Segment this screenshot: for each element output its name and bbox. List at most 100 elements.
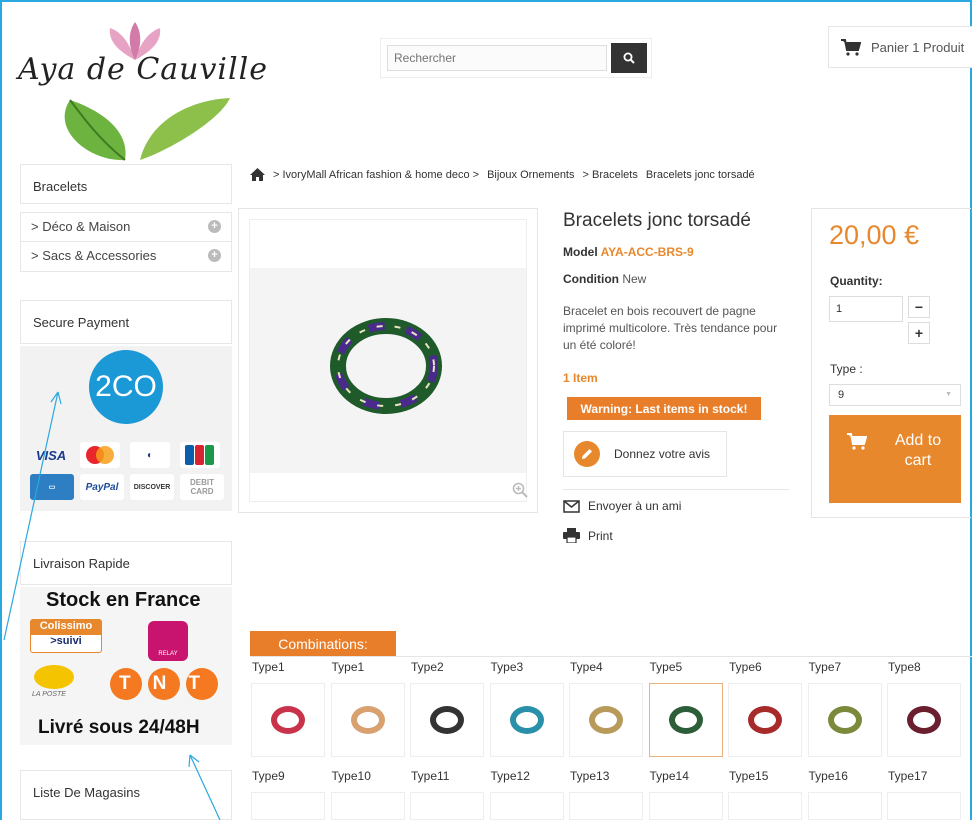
add-to-cart-button[interactable]: Add to cart [829, 415, 961, 503]
breadcrumb-current: Bracelets jonc torsadé [645, 168, 755, 181]
send-to-friend-link[interactable]: Envoyer à un ami [563, 499, 681, 513]
2co-logo: 2CO [89, 350, 163, 424]
combination-thumbnail[interactable] [648, 792, 723, 820]
combination-label: Type1 [252, 660, 285, 674]
expand-icon[interactable]: + [208, 249, 221, 262]
sidebar-item-sacs-accessories[interactable]: > Sacs & Accessories + [20, 242, 232, 272]
breadcrumb: > IvoryMall African fashion & home deco … [250, 168, 755, 181]
combination-thumbnail[interactable] [251, 683, 325, 757]
add-to-cart-label: Add to cart [894, 432, 942, 469]
logo[interactable]: Aya de Cauville [18, 52, 268, 87]
combination-thumbnail[interactable] [728, 683, 802, 757]
livraison-block-title: Livraison Rapide [20, 541, 232, 585]
mastercard-icon [80, 442, 120, 468]
combination-thumbnail[interactable] [728, 792, 802, 820]
product-title: Bracelets jonc torsadé [563, 210, 751, 231]
quantity-input[interactable]: 1 [829, 296, 903, 322]
bracelet-thumbnail-image [827, 706, 862, 734]
write-review-button[interactable]: Donnez votre avis [563, 431, 727, 477]
combination-thumbnail[interactable] [569, 792, 643, 820]
condition-label: Condition [563, 272, 619, 286]
bracelet-thumbnail-image [509, 706, 544, 734]
breadcrumb-item[interactable]: > Bracelets [583, 169, 638, 181]
colissimo-logo: Colissimo >suivi [30, 619, 102, 653]
combination-label: Type4 [570, 660, 603, 674]
breadcrumb-item[interactable]: Bijoux Ornements [487, 169, 574, 181]
combination-thumbnail[interactable] [648, 683, 723, 757]
relay-logo: RELAY [148, 621, 188, 661]
combination-label: Type5 [649, 660, 683, 674]
suivi-label: >suivi [50, 635, 82, 647]
product-image[interactable] [249, 219, 528, 502]
bracelet-thumbnail-image [748, 706, 782, 734]
quantity-decrease-button[interactable]: − [908, 296, 930, 318]
type-select[interactable]: 9 ▼ [829, 384, 961, 406]
stock-warning-badge: Warning: Last items in stock! [567, 397, 761, 420]
combination-thumbnail[interactable] [807, 683, 882, 757]
tnt-logo: TNT [108, 667, 220, 701]
combination-label: Type16 [808, 769, 848, 783]
combination-thumbnail[interactable] [807, 792, 882, 820]
colissimo-label: Colissimo [31, 620, 101, 635]
product-condition: Condition New [563, 272, 646, 286]
combination-thumbnail[interactable] [410, 792, 484, 820]
la-poste-label: LA POSTE [32, 691, 66, 698]
combination-label: Type9 [252, 769, 285, 783]
quantity-increase-button[interactable]: + [908, 322, 930, 344]
product-price: 20,00 € [829, 220, 920, 250]
cart-icon [847, 433, 867, 450]
printer-icon [563, 528, 580, 543]
la-poste-logo [34, 665, 74, 689]
ship-footer: Livré sous 24/48H [38, 717, 200, 738]
combination-thumbnail[interactable] [251, 792, 325, 820]
combination-label: Type1 [331, 660, 365, 674]
payment-methods-image: 2CO VISA ◐ ▭ PayPal DISCOVER DEBIT CARD [20, 346, 232, 511]
combination-thumbnail[interactable] [569, 683, 643, 757]
secure-payment-block-title: Secure Payment [20, 300, 232, 344]
search-button[interactable] [611, 43, 647, 73]
combination-label: Type12 [490, 769, 530, 783]
jcb-card-icon [180, 442, 220, 468]
combination-thumbnail[interactable] [330, 792, 405, 820]
bracelet-thumbnail-image [271, 706, 305, 734]
combination-thumbnail[interactable] [410, 683, 484, 757]
stock-quantity: 1 Item [563, 371, 598, 385]
search-input[interactable] [387, 45, 607, 71]
cart-label: Panier 1 Produit [871, 39, 965, 55]
category-label: > Sacs & Accessories [31, 248, 157, 263]
leaf-icon [30, 90, 260, 170]
pencil-icon [574, 441, 600, 467]
combinations-tab[interactable]: Combinations: [250, 631, 396, 656]
review-label: Donnez votre avis [614, 447, 711, 461]
model-ref: AYA-ACC-BRS-9 [600, 245, 694, 259]
home-icon[interactable] [250, 168, 265, 181]
combination-label: Type13 [570, 769, 610, 783]
condition-value: New [622, 272, 647, 286]
combination-label: Type8 [888, 660, 921, 674]
type-select-value: 9 [838, 389, 845, 401]
combination-thumbnail[interactable] [489, 683, 564, 757]
visa-card-icon: VISA [35, 447, 67, 463]
combination-label: Type10 [331, 769, 371, 783]
divider [563, 489, 789, 490]
breadcrumb-item[interactable]: > IvoryMall African fashion & home deco … [273, 169, 479, 181]
magasins-block-title: Liste De Magasins [20, 770, 232, 820]
print-link[interactable]: Print [563, 528, 613, 543]
relay-label: RELAY [158, 651, 178, 657]
combination-thumbnail[interactable] [887, 683, 961, 757]
debit-card-icon: DEBIT CARD [180, 474, 224, 500]
magasins-title: Liste De Magasins [33, 785, 140, 800]
combination-label: Type7 [808, 660, 842, 674]
combination-thumbnail[interactable] [489, 792, 564, 820]
amex-card-icon: ▭ [30, 474, 74, 500]
livraison-title: Livraison Rapide [33, 556, 130, 571]
sidebar-item-deco-maison[interactable]: > Déco & Maison + [20, 212, 232, 242]
zoom-icon[interactable] [512, 482, 528, 498]
cart-button[interactable]: Panier 1 Produit [828, 26, 972, 68]
expand-icon[interactable]: + [208, 220, 221, 233]
print-label: Print [588, 528, 613, 543]
paypal-icon: PayPal [80, 474, 124, 500]
quantity-label: Quantity: [830, 274, 883, 288]
combination-thumbnail[interactable] [330, 683, 405, 757]
combination-thumbnail[interactable] [887, 792, 961, 820]
